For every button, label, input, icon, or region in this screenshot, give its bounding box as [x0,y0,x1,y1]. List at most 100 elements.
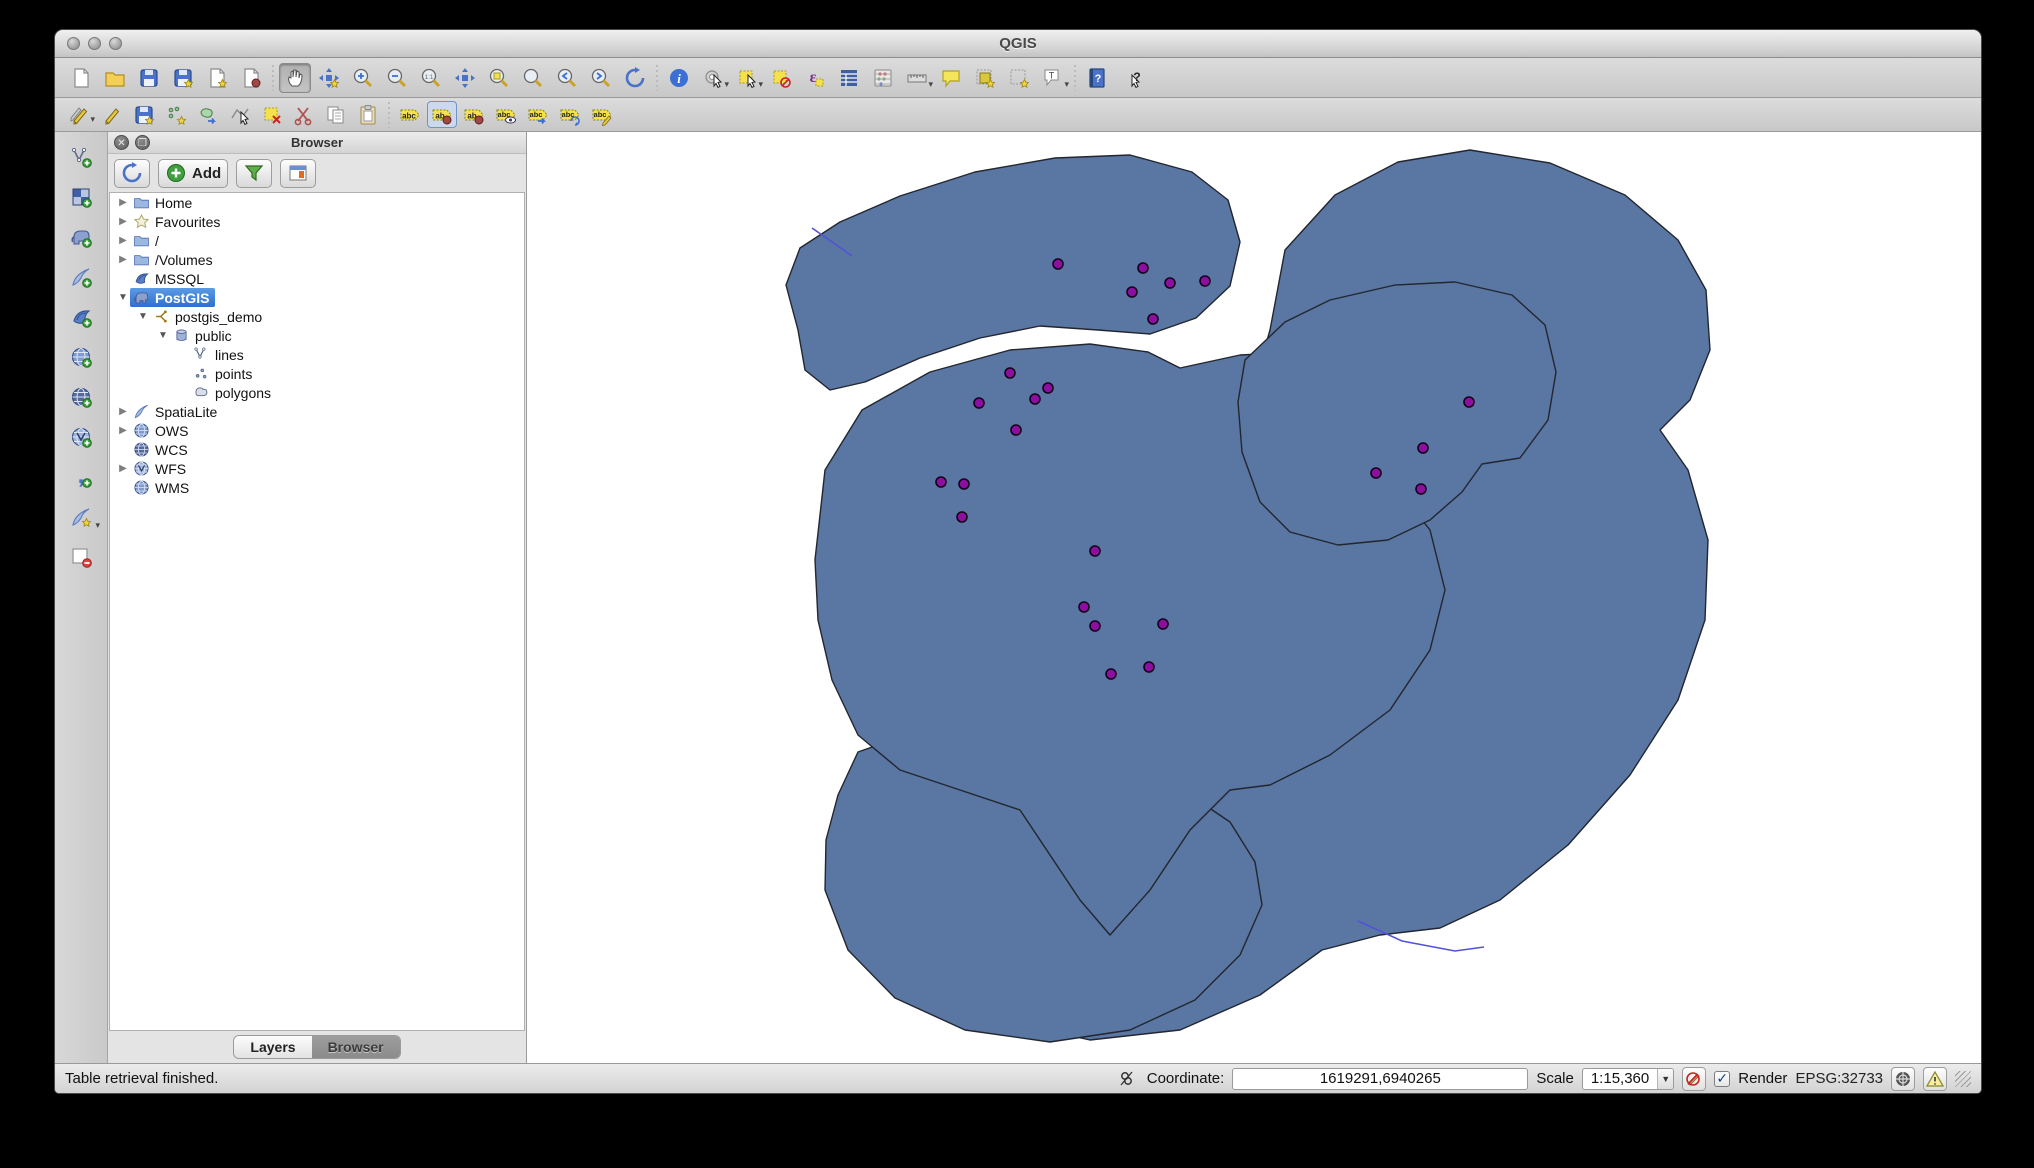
tree-item-points[interactable]: points [110,364,524,383]
message-log-icon[interactable] [1923,1067,1947,1091]
cut-features-button[interactable] [289,101,319,128]
expand-arrow-icon[interactable]: ▶ [116,235,130,246]
collapse-properties-button[interactable] [280,159,316,188]
tree-item-wfs[interactable]: ▶WFS [110,459,524,478]
tree-item-public[interactable]: ▼public [110,326,524,345]
dropdown-arrow-icon[interactable]: ▾ [758,79,763,90]
add-delimited-text-button[interactable]: , [62,460,100,494]
collapse-arrow-icon[interactable]: ▼ [116,292,130,303]
filter-button[interactable] [236,159,272,188]
tree-item-spatialite[interactable]: ▶SpatiaLite [110,402,524,421]
add-postgis-layer-button[interactable] [62,220,100,254]
dropdown-arrow-icon[interactable]: ▾ [90,114,95,125]
zoom-to-selection-button[interactable] [483,63,515,93]
scale-dropdown-icon[interactable]: ▼ [1657,1069,1673,1089]
delete-selected-button[interactable] [257,101,287,128]
save-project-button[interactable] [133,63,165,93]
zoom-in-button[interactable] [347,63,379,93]
pan-map-button[interactable] [279,63,311,93]
show-hide-labels-button[interactable]: abc [491,101,521,128]
expand-arrow-icon[interactable]: ▶ [116,254,130,265]
scale-combo[interactable]: 1:15,360 ▼ [1582,1068,1674,1090]
copy-features-button[interactable] [321,101,351,128]
add-wms-layer-button[interactable] [62,340,100,374]
save-project-as-button[interactable] [167,63,199,93]
tab-layers[interactable]: Layers [234,1036,311,1058]
dropdown-arrow-icon[interactable]: ▾ [928,79,933,90]
tab-browser[interactable]: Browser [312,1036,400,1058]
add-feature-button[interactable] [161,101,191,128]
zoom-out-button[interactable] [381,63,413,93]
rotate-label-button[interactable]: abc [555,101,585,128]
expand-arrow-icon[interactable]: ▶ [116,406,130,417]
text-annotation-button[interactable]: T▾ [1037,63,1069,93]
resize-grip[interactable] [1955,1071,1971,1087]
dropdown-arrow-icon[interactable]: ▾ [1064,79,1069,90]
new-bookmark-button[interactable] [969,63,1001,93]
remove-layer-button[interactable] [62,540,100,574]
panel-float-icon[interactable]: ❐ [135,135,150,150]
tracking-icon[interactable] [1115,1067,1139,1091]
tree-item-wcs[interactable]: WCS [110,440,524,459]
titlebar[interactable]: QGIS [55,30,1981,58]
current-edits-button[interactable]: ▾ [65,101,95,128]
pan-to-selection-button[interactable] [313,63,345,93]
close-window-button[interactable] [67,37,80,50]
tree-item-volumes[interactable]: ▶/Volumes [110,250,524,269]
minimize-window-button[interactable] [88,37,101,50]
zoom-native-button[interactable]: 1:1 [415,63,447,93]
zoom-to-layer-button[interactable] [517,63,549,93]
add-spatialite-layer-button[interactable] [62,260,100,294]
tree-item-polygons[interactable]: polygons [110,383,524,402]
toggle-editing-button[interactable] [97,101,127,128]
node-tool-button[interactable] [225,101,255,128]
measure-button[interactable]: ▾ [901,63,933,93]
expand-arrow-icon[interactable]: ▶ [116,425,130,436]
zoom-next-button[interactable] [585,63,617,93]
tree-item-postgis[interactable]: ▼PostGIS [110,288,524,307]
new-shapefile-button[interactable]: ▾ [62,500,100,534]
map-tips-button[interactable] [935,63,967,93]
zoom-full-button[interactable] [449,63,481,93]
expand-arrow-icon[interactable]: ▶ [116,216,130,227]
expand-arrow-icon[interactable]: ▶ [116,463,130,474]
select-features-button[interactable]: ▾ [731,63,763,93]
help-button[interactable]: ? [1081,63,1113,93]
pin-labels-button[interactable]: ab [427,101,457,128]
move-feature-button[interactable] [193,101,223,128]
collapse-arrow-icon[interactable]: ▼ [156,330,170,341]
add-wfs-layer-button[interactable] [62,420,100,454]
highlight-pinned-labels-button[interactable]: ab [459,101,489,128]
add-vector-layer-button[interactable] [62,140,100,174]
add-mssql-layer-button[interactable] [62,300,100,334]
move-label-button[interactable]: abc [523,101,553,128]
panel-close-icon[interactable]: ✕ [114,135,129,150]
labeling-button[interactable]: abc [395,101,425,128]
deselect-features-button[interactable] [765,63,797,93]
tree-item-[interactable]: ▶/ [110,231,524,250]
whats-this-button[interactable]: ? [1115,63,1147,93]
save-layer-edits-button[interactable] [129,101,159,128]
attribute-table-button[interactable] [833,63,865,93]
tree-item-lines[interactable]: lines [110,345,524,364]
crs-status-icon[interactable] [1891,1067,1915,1091]
dropdown-arrow-icon[interactable]: ▾ [95,520,100,531]
dropdown-arrow-icon[interactable]: ▾ [724,79,729,90]
map-refresh-button[interactable] [619,63,651,93]
show-bookmarks-button[interactable] [1003,63,1035,93]
add-button[interactable]: Add [158,159,228,188]
open-project-button[interactable] [99,63,131,93]
tree-item-home[interactable]: ▶Home [110,193,524,212]
change-label-button[interactable]: abc [587,101,617,128]
coordinate-input[interactable] [1232,1068,1528,1090]
expand-arrow-icon[interactable]: ▶ [116,197,130,208]
paste-features-button[interactable] [353,101,383,128]
identify-button[interactable]: i [663,63,695,93]
zoom-window-button[interactable] [109,37,122,50]
render-checkbox[interactable]: ✓ [1714,1071,1730,1087]
refresh-button[interactable] [114,159,150,188]
stop-render-icon[interactable] [1682,1067,1706,1091]
zoom-last-button[interactable] [551,63,583,93]
map-canvas[interactable] [527,132,1981,1063]
tree-item-wms[interactable]: WMS [110,478,524,497]
